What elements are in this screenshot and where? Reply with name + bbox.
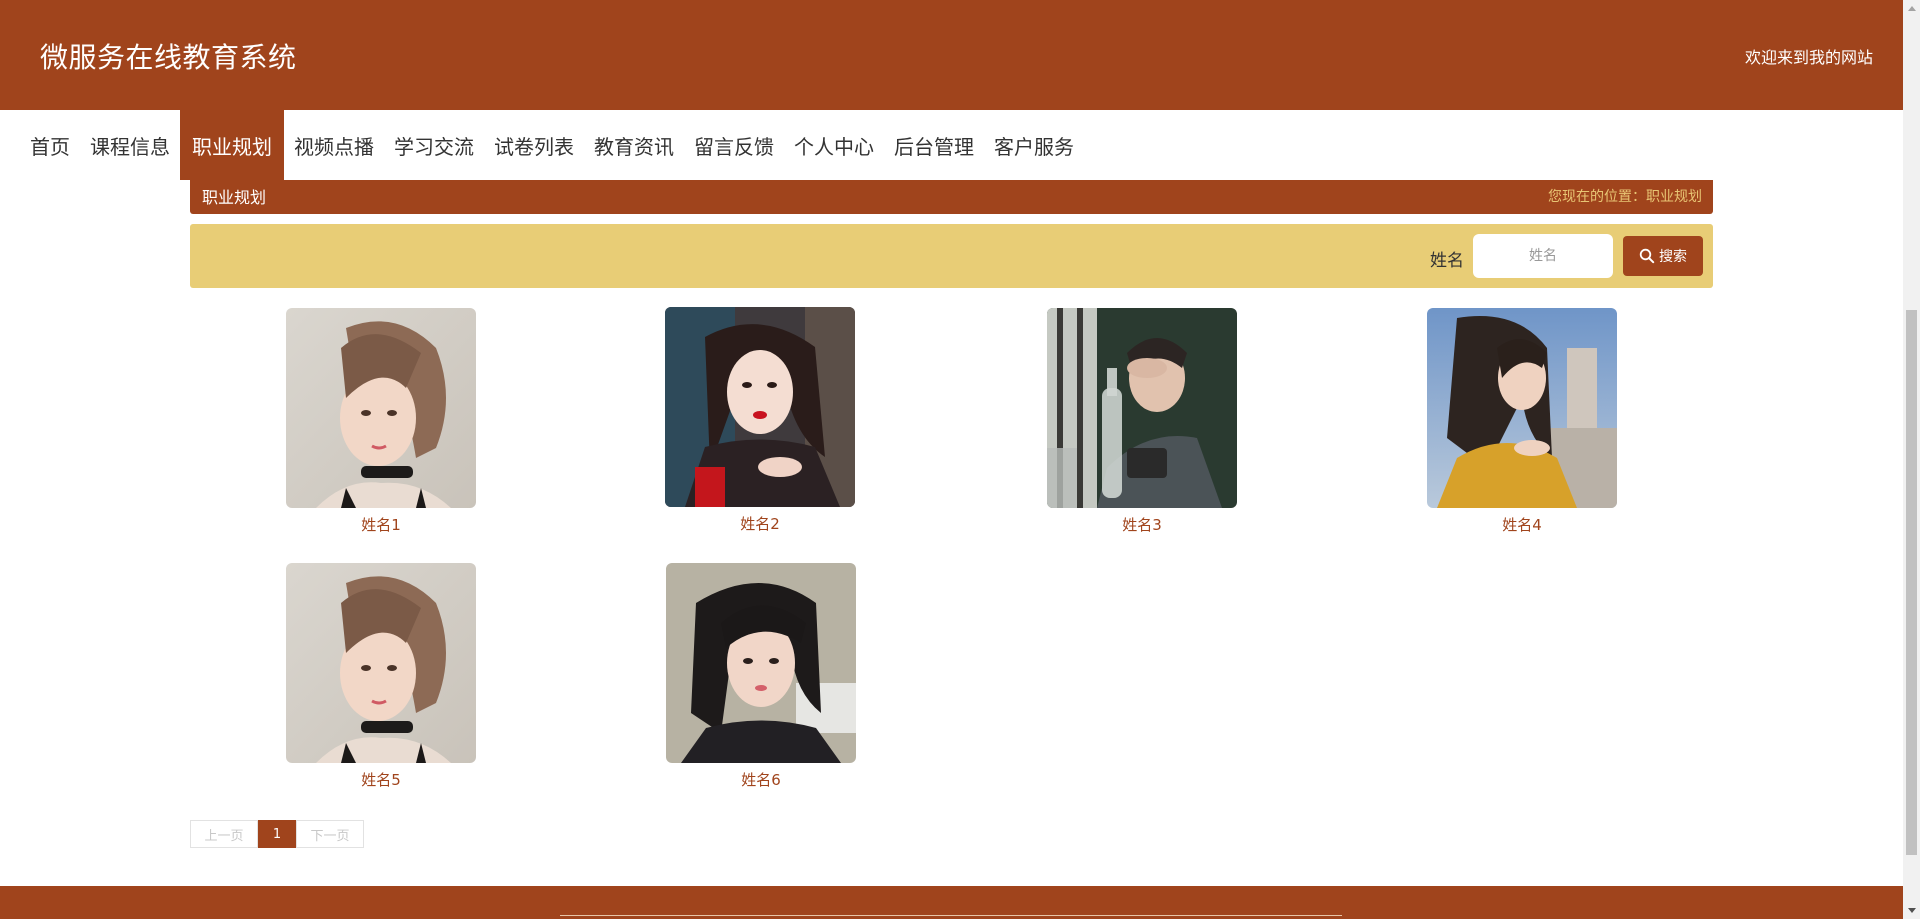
main-nav: 首页 课程信息 职业规划 视频点播 学习交流 试卷列表 教育资讯 留言反馈 个人… xyxy=(0,110,1903,180)
person-card[interactable]: 姓名1 xyxy=(286,308,476,535)
portrait-photo[interactable] xyxy=(665,307,855,507)
person-name[interactable]: 姓名1 xyxy=(286,514,476,535)
search-button[interactable]: 搜索 xyxy=(1623,236,1703,276)
pagination: 上一页 1 下一页 xyxy=(190,820,364,848)
search-icon xyxy=(1639,248,1655,264)
nav-item-exam-list[interactable]: 试卷列表 xyxy=(484,110,584,180)
portrait-photo[interactable] xyxy=(286,308,476,508)
page-number-current[interactable]: 1 xyxy=(258,820,296,848)
person-card[interactable]: 姓名5 xyxy=(286,563,476,790)
person-name[interactable]: 姓名5 xyxy=(286,769,476,790)
search-label: 姓名 xyxy=(1430,251,1464,271)
nav-item-personal-center[interactable]: 个人中心 xyxy=(784,110,884,180)
vertical-scrollbar[interactable] xyxy=(1903,0,1920,919)
person-name[interactable]: 姓名3 xyxy=(1047,514,1237,535)
nav-item-education-news[interactable]: 教育资讯 xyxy=(584,110,684,180)
breadcrumb: 您现在的位置：职业规划 xyxy=(1548,189,1702,205)
site-title[interactable]: 微服务在线教育系统 xyxy=(40,36,297,76)
person-card[interactable]: 姓名6 xyxy=(666,563,856,790)
breadcrumb-bar: 职业规划 您现在的位置：职业规划 xyxy=(190,180,1713,214)
search-button-label: 搜索 xyxy=(1659,249,1687,265)
site-header: 微服务在线教育系统 欢迎来到我的网站 xyxy=(0,0,1903,110)
scroll-down-arrow-icon[interactable] xyxy=(1903,902,1920,919)
portrait-photo[interactable] xyxy=(666,563,856,763)
person-name[interactable]: 姓名2 xyxy=(665,513,855,534)
nav-item-admin[interactable]: 后台管理 xyxy=(884,110,984,180)
person-card[interactable]: 姓名4 xyxy=(1427,308,1617,535)
nav-item-customer-service[interactable]: 客户服务 xyxy=(984,110,1084,180)
welcome-text: 欢迎来到我的网站 xyxy=(1744,48,1873,67)
scroll-up-arrow-icon[interactable] xyxy=(1903,0,1920,17)
portrait-photo[interactable] xyxy=(286,563,476,763)
nav-item-courses[interactable]: 课程信息 xyxy=(80,110,180,180)
page: 微服务在线教育系统 欢迎来到我的网站 首页 课程信息 职业规划 视频点播 学习交… xyxy=(0,0,1920,919)
portrait-photo[interactable] xyxy=(1047,308,1237,508)
scrollbar-thumb[interactable] xyxy=(1906,310,1917,855)
name-search-input[interactable] xyxy=(1473,234,1613,278)
person-card[interactable]: 姓名3 xyxy=(1047,308,1237,535)
prev-page-button[interactable]: 上一页 xyxy=(190,820,258,848)
site-footer xyxy=(0,886,1903,919)
nav-item-video-on-demand[interactable]: 视频点播 xyxy=(284,110,384,180)
nav-item-career-planning[interactable]: 职业规划 xyxy=(180,110,284,180)
footer-divider xyxy=(560,915,1342,916)
nav-item-home[interactable]: 首页 xyxy=(20,110,80,180)
person-name[interactable]: 姓名6 xyxy=(666,769,856,790)
next-page-button[interactable]: 下一页 xyxy=(296,820,364,848)
person-card[interactable]: 姓名2 xyxy=(665,307,855,534)
nav-item-feedback[interactable]: 留言反馈 xyxy=(684,110,784,180)
section-title: 职业规划 xyxy=(202,188,267,207)
portrait-photo[interactable] xyxy=(1427,308,1617,508)
search-bar: 姓名 搜索 xyxy=(190,224,1713,288)
person-name[interactable]: 姓名4 xyxy=(1427,514,1617,535)
nav-item-study-exchange[interactable]: 学习交流 xyxy=(384,110,484,180)
